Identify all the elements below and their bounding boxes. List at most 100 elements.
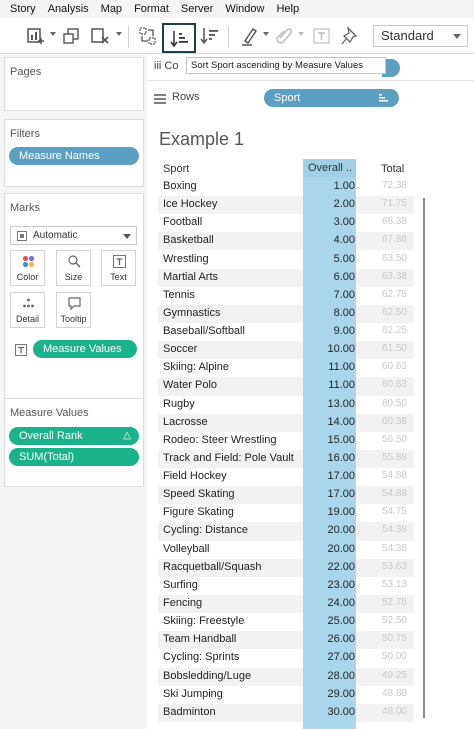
pages-card[interactable]: Pages [4,57,144,111]
table-row[interactable]: Martial Arts 6.00 63.38 [158,268,414,287]
total-cell[interactable]: 61.50 [356,343,407,354]
overall-rank-cell[interactable]: 6.00 [303,271,355,283]
table-row[interactable]: Gymnastics 8.00 62.50 [158,304,414,323]
menu-story[interactable]: Story [10,3,36,15]
total-cell[interactable]: 53.13 [356,579,407,590]
sport-cell[interactable]: Boxing [163,180,197,192]
overall-rank-cell[interactable]: 27.00 [303,651,355,663]
sport-cell[interactable]: Speed Skating [163,488,235,500]
clear-icon[interactable] [90,26,110,46]
sport-cell[interactable]: Field Hockey [163,470,227,482]
total-cell[interactable]: 48.00 [356,706,407,717]
overall-rank-cell[interactable]: 7.00 [303,289,355,301]
sport-cell[interactable]: Baseball/Softball [163,325,245,337]
highlight-icon[interactable] [240,26,260,46]
text-label-icon[interactable] [312,26,332,46]
table-row[interactable]: Team Handball 26.00 50.75 [158,631,414,650]
overall-rank-cell[interactable]: 2.00 [303,198,355,210]
sort-ascending-button[interactable] [162,23,196,53]
chevron-down-icon[interactable] [116,32,122,36]
total-cell[interactable]: 49.25 [356,670,407,681]
total-cell[interactable]: 52.75 [356,597,407,608]
sport-cell[interactable]: Bobsledding/Luge [163,670,251,682]
sport-cell[interactable]: Basketball [163,234,214,246]
mark-text-button[interactable]: Text [101,250,136,286]
overall-rank-cell[interactable]: 17.00 [303,470,355,482]
table-row[interactable]: Track and Field: Pole Vault 16.00 55.88 [158,449,414,469]
table-row[interactable]: Boxing 1.00 72.38 [158,178,414,196]
menu-server[interactable]: Server [181,3,213,15]
sport-cell[interactable]: Ice Hockey [163,198,217,210]
overall-rank-cell[interactable]: 10.00 [303,343,355,355]
total-cell[interactable]: 72.38 [356,180,407,191]
table-row[interactable]: Volleyball 20.00 54.38 [158,541,414,559]
menu-window[interactable]: Window [225,3,264,15]
overall-rank-cell[interactable]: 16.00 [303,452,355,464]
sport-cell[interactable]: Badminton [163,706,216,718]
mark-type-select[interactable]: Automatic [10,226,137,245]
overall-rank-cell[interactable]: 20.00 [303,524,355,536]
sport-cell[interactable]: Football [163,216,202,228]
mark-detail-button[interactable]: Detail [10,292,45,328]
table-row[interactable]: Cycling: Sprints 27.00 50.00 [158,649,414,667]
table-row[interactable]: Ice Hockey 2.00 71.75 [158,196,414,215]
total-cell[interactable]: 67.88 [356,234,407,245]
table-row[interactable]: Figure Skating 19.00 54.75 [158,504,414,522]
sport-cell[interactable]: Martial Arts [163,271,218,283]
total-cell[interactable]: 62.75 [356,289,407,300]
overall-rank-cell[interactable]: 3.00 [303,216,355,228]
sport-cell[interactable]: Cycling: Sprints [163,651,239,663]
overall-rank-cell[interactable]: 28.00 [303,670,355,682]
mark-tooltip-button[interactable]: Tooltip [56,292,91,328]
total-cell[interactable]: 62.25 [356,325,407,336]
sport-cell[interactable]: Tennis [163,289,195,301]
column-header-overall-rank[interactable]: Overall .. [303,159,356,177]
sport-cell[interactable]: Fencing [163,597,202,609]
sport-cell[interactable]: Volleyball [163,543,209,555]
table-row[interactable]: Fencing 24.00 52.75 [158,594,414,614]
table-row[interactable]: Football 3.00 68.38 [158,214,414,232]
overall-rank-cell[interactable]: 19.00 [303,506,355,518]
swap-icon[interactable] [138,26,158,46]
overall-rank-cell[interactable]: 29.00 [303,688,355,700]
filter-pill-measure-names[interactable]: Measure Names [9,147,139,165]
total-cell[interactable]: 48.88 [356,688,407,699]
total-cell[interactable]: 50.00 [356,651,407,662]
sport-cell[interactable]: Skiing: Alpine [163,361,229,373]
total-cell[interactable]: 63.38 [356,271,407,282]
table-row[interactable]: Wrestling 5.00 63.50 [158,251,414,269]
marks-pill-measure-values[interactable]: Measure Values [33,340,137,358]
total-cell[interactable]: 55.88 [356,452,407,463]
overall-rank-cell[interactable]: 20.00 [303,543,355,555]
mv-pill-overall-rank[interactable]: Overall Rank △ [9,427,139,445]
duplicate-icon[interactable] [62,26,82,46]
table-row[interactable]: Speed Skating 17.00 54.88 [158,486,414,505]
total-cell[interactable]: 60.63 [356,379,407,390]
overall-rank-cell[interactable]: 8.00 [303,307,355,319]
sport-cell[interactable]: Racquetball/Squash [163,561,261,573]
total-cell[interactable]: 54.75 [356,506,407,517]
overall-rank-cell[interactable]: 17.00 [303,488,355,500]
total-cell[interactable]: 60.38 [356,416,407,427]
total-cell[interactable]: 60.63 [356,361,407,372]
table-row[interactable]: Ski Jumping 29.00 48.88 [158,686,414,704]
table-row[interactable]: Basketball 4.00 67.88 [158,232,414,251]
table-row[interactable]: Surfing 23.00 53.13 [158,577,414,595]
overall-rank-cell[interactable]: 9.00 [303,325,355,337]
table-row[interactable]: Soccer 10.00 61.50 [158,341,414,360]
column-header-total[interactable]: Total [381,163,404,175]
mark-color-button[interactable]: Color [10,250,45,286]
menu-help[interactable]: Help [276,3,299,15]
table-row[interactable]: Racquetball/Squash 22.00 53.63 [158,558,414,577]
overall-rank-cell[interactable]: 1.00 [303,180,355,192]
total-cell[interactable]: 63.50 [356,253,407,264]
overall-rank-cell[interactable]: 30.00 [303,706,355,718]
sport-cell[interactable]: Rodeo: Steer Wrestling [163,434,277,446]
mark-size-button[interactable]: Size [56,250,91,286]
overall-rank-cell[interactable]: 11.00 [303,361,355,373]
table-row[interactable]: Tennis 7.00 62.75 [158,287,414,305]
table-row[interactable]: Skiing: Alpine 11.00 60.63 [158,359,414,377]
vertical-scrollbar[interactable] [423,198,425,718]
chevron-down-icon[interactable] [298,32,304,36]
total-cell[interactable]: 52.50 [356,615,407,626]
